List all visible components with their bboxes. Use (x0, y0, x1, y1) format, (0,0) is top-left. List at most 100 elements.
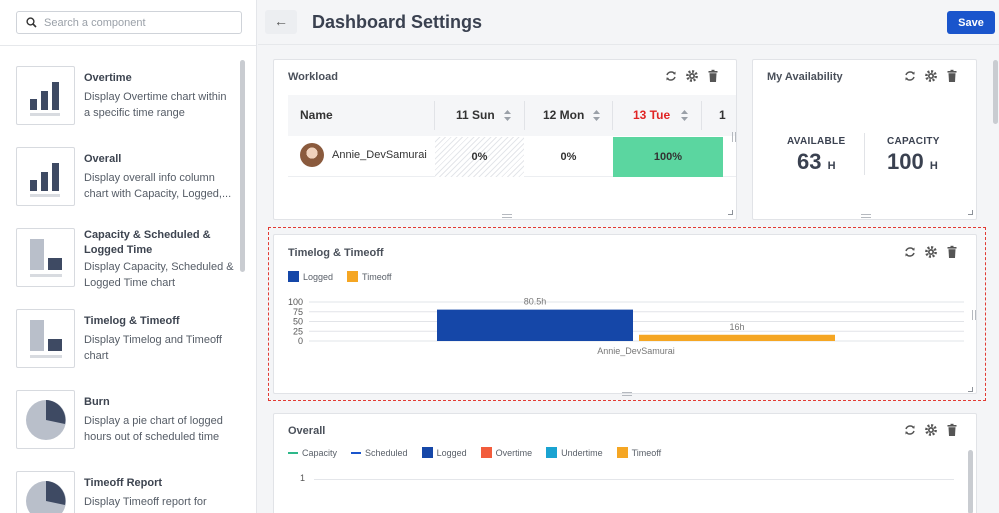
divider (864, 133, 865, 175)
gear-icon[interactable] (685, 69, 699, 83)
workload-panel: Workload Name 11 Sun 12 Mon 13 Tue 1 Ann… (273, 59, 737, 220)
panel-title: My Availability (767, 71, 843, 83)
capacity-value: 100 H (887, 149, 938, 174)
legend-label: Logged (436, 447, 467, 458)
legend-item[interactable]: Capacity (288, 448, 337, 458)
bar-chart-thumbnail-icon (16, 66, 75, 125)
gear-icon[interactable] (924, 423, 938, 437)
sort-icon[interactable] (593, 110, 600, 121)
panel-title: Workload (288, 71, 338, 83)
resize-handle-right[interactable] (732, 132, 736, 142)
column-header-day[interactable]: 11 Sun (456, 95, 495, 136)
legend-label: Timeoff (631, 447, 662, 458)
sidebar-scrollbar[interactable] (240, 60, 245, 272)
legend-item[interactable]: Scheduled (351, 448, 408, 458)
component-title: Capacity & Scheduled & Logged Time (84, 229, 211, 256)
arrow-left-icon: ← (274, 13, 288, 29)
column-header-day[interactable]: 12 Mon (543, 95, 584, 136)
refresh-icon[interactable] (903, 423, 917, 437)
component-item-overtime[interactable]: Overtime Display Overtime chart within a… (16, 60, 234, 130)
avatar (300, 143, 324, 167)
gear-icon[interactable] (924, 69, 938, 83)
legend-item[interactable]: Logged (421, 447, 467, 458)
legend-swatch (288, 451, 298, 454)
legend-label: Capacity (302, 447, 338, 458)
availability-panel: My Availability AVAILABLE 63 H CAPACITY … (752, 59, 977, 220)
capacity-label: CAPACITY (887, 136, 940, 147)
sidebar-divider (0, 45, 256, 46)
search-input[interactable] (44, 14, 234, 31)
component-title: Timelog & Timeoff (84, 315, 180, 327)
trash-icon[interactable] (945, 423, 959, 437)
chart-legend: Capacity Scheduled Logged Overtime Undertime… (288, 447, 675, 458)
component-item-timelog-timeoff[interactable]: Timelog & Timeoff Display Timelog and Ti… (16, 303, 234, 373)
component-desc: Display Overtime chart within a specific… (84, 91, 227, 119)
legend-item[interactable]: Undertime (546, 447, 603, 458)
panel-tools (903, 69, 959, 83)
component-item-timeoff-report[interactable]: Timeoff Report Display Timeoff report fo… (16, 465, 234, 513)
component-item-overall[interactable]: Overall Display overall info column char… (16, 141, 234, 211)
legend-item[interactable]: Timeoff (616, 447, 662, 458)
legend-label: Undertime (561, 447, 603, 458)
pie-chart-thumbnail-icon (16, 390, 75, 449)
panel-title: Overall (288, 425, 326, 437)
page-title: Dashboard Settings (312, 12, 483, 32)
column-header-name[interactable]: Name (300, 95, 333, 136)
legend-item[interactable]: Overtime (480, 447, 533, 458)
legend-swatch (421, 447, 433, 458)
user-name: Annie_DevSamurai (332, 149, 427, 161)
component-title: Overtime (84, 72, 132, 84)
legend-swatch (351, 451, 362, 454)
component-desc: Display a pie chart of logged hours out … (84, 415, 223, 443)
available-label: AVAILABLE (787, 136, 846, 147)
component-desc: Display Capacity, Scheduled & Logged Tim… (84, 261, 234, 289)
workload-cell[interactable]: 0% (525, 137, 612, 177)
search-box[interactable] (16, 11, 242, 34)
component-desc: Display Timeoff report for (84, 496, 207, 508)
component-title: Overall (84, 153, 122, 165)
pie-chart-thumbnail-icon (16, 471, 75, 513)
save-button[interactable]: Save (947, 11, 995, 34)
panel-scrollbar[interactable] (968, 450, 973, 513)
resize-corner-icon[interactable] (728, 210, 733, 215)
sort-icon[interactable] (504, 110, 511, 121)
component-desc: Display Timelog and Timeoff chart (84, 334, 222, 362)
refresh-icon[interactable] (664, 69, 678, 83)
column-header-day[interactable]: 1 (719, 95, 726, 136)
workload-cell-weekend[interactable]: 0% (435, 137, 524, 177)
panel-tools (903, 423, 959, 437)
component-item-burn[interactable]: Burn Display a pie chart of logged hours… (16, 384, 234, 454)
resize-corner-icon[interactable] (968, 210, 973, 215)
selected-panel-outline (268, 227, 986, 401)
legend-swatch (480, 447, 492, 458)
component-item-capacity-scheduled-logged[interactable]: Capacity & Scheduled & Logged Time Displ… (16, 222, 234, 292)
resize-handle-bottom[interactable] (502, 214, 512, 218)
available-value: 63 H (797, 149, 836, 174)
trash-icon[interactable] (945, 69, 959, 83)
trash-icon[interactable] (706, 69, 720, 83)
component-desc: Display overall info column chart with C… (84, 172, 232, 200)
workload-table-header: Name 11 Sun 12 Mon 13 Tue 1 (288, 95, 736, 136)
column-header-today[interactable]: 13 Tue (633, 95, 670, 136)
legend-swatch (616, 447, 628, 458)
main-scrollbar[interactable] (993, 60, 998, 124)
component-title: Timeoff Report (84, 477, 163, 489)
header-divider (258, 44, 999, 45)
legend-swatch (546, 447, 558, 458)
stacked-bar-thumbnail-icon (16, 228, 75, 287)
workload-cell-full[interactable]: 100% (613, 137, 723, 177)
bar-chart-thumbnail-icon (16, 147, 75, 206)
refresh-icon[interactable] (903, 69, 917, 83)
table-row[interactable]: Annie_DevSamurai 0% 0% 100% (288, 137, 736, 177)
resize-handle-bottom[interactable] (861, 214, 871, 218)
gridline (314, 479, 954, 480)
panel-tools (664, 69, 720, 83)
y-tick-label: 1 (300, 473, 306, 483)
component-sidebar: Overtime Display Overtime chart within a… (0, 0, 257, 513)
legend-label: Scheduled (365, 447, 408, 458)
sort-icon[interactable] (681, 110, 688, 121)
legend-label: Overtime (495, 447, 533, 458)
overall-panel: Overall Capacity Scheduled Logged Overtime U… (273, 413, 977, 513)
stacked-bar-thumbnail-icon (16, 309, 75, 368)
back-button[interactable]: ← (265, 10, 297, 34)
